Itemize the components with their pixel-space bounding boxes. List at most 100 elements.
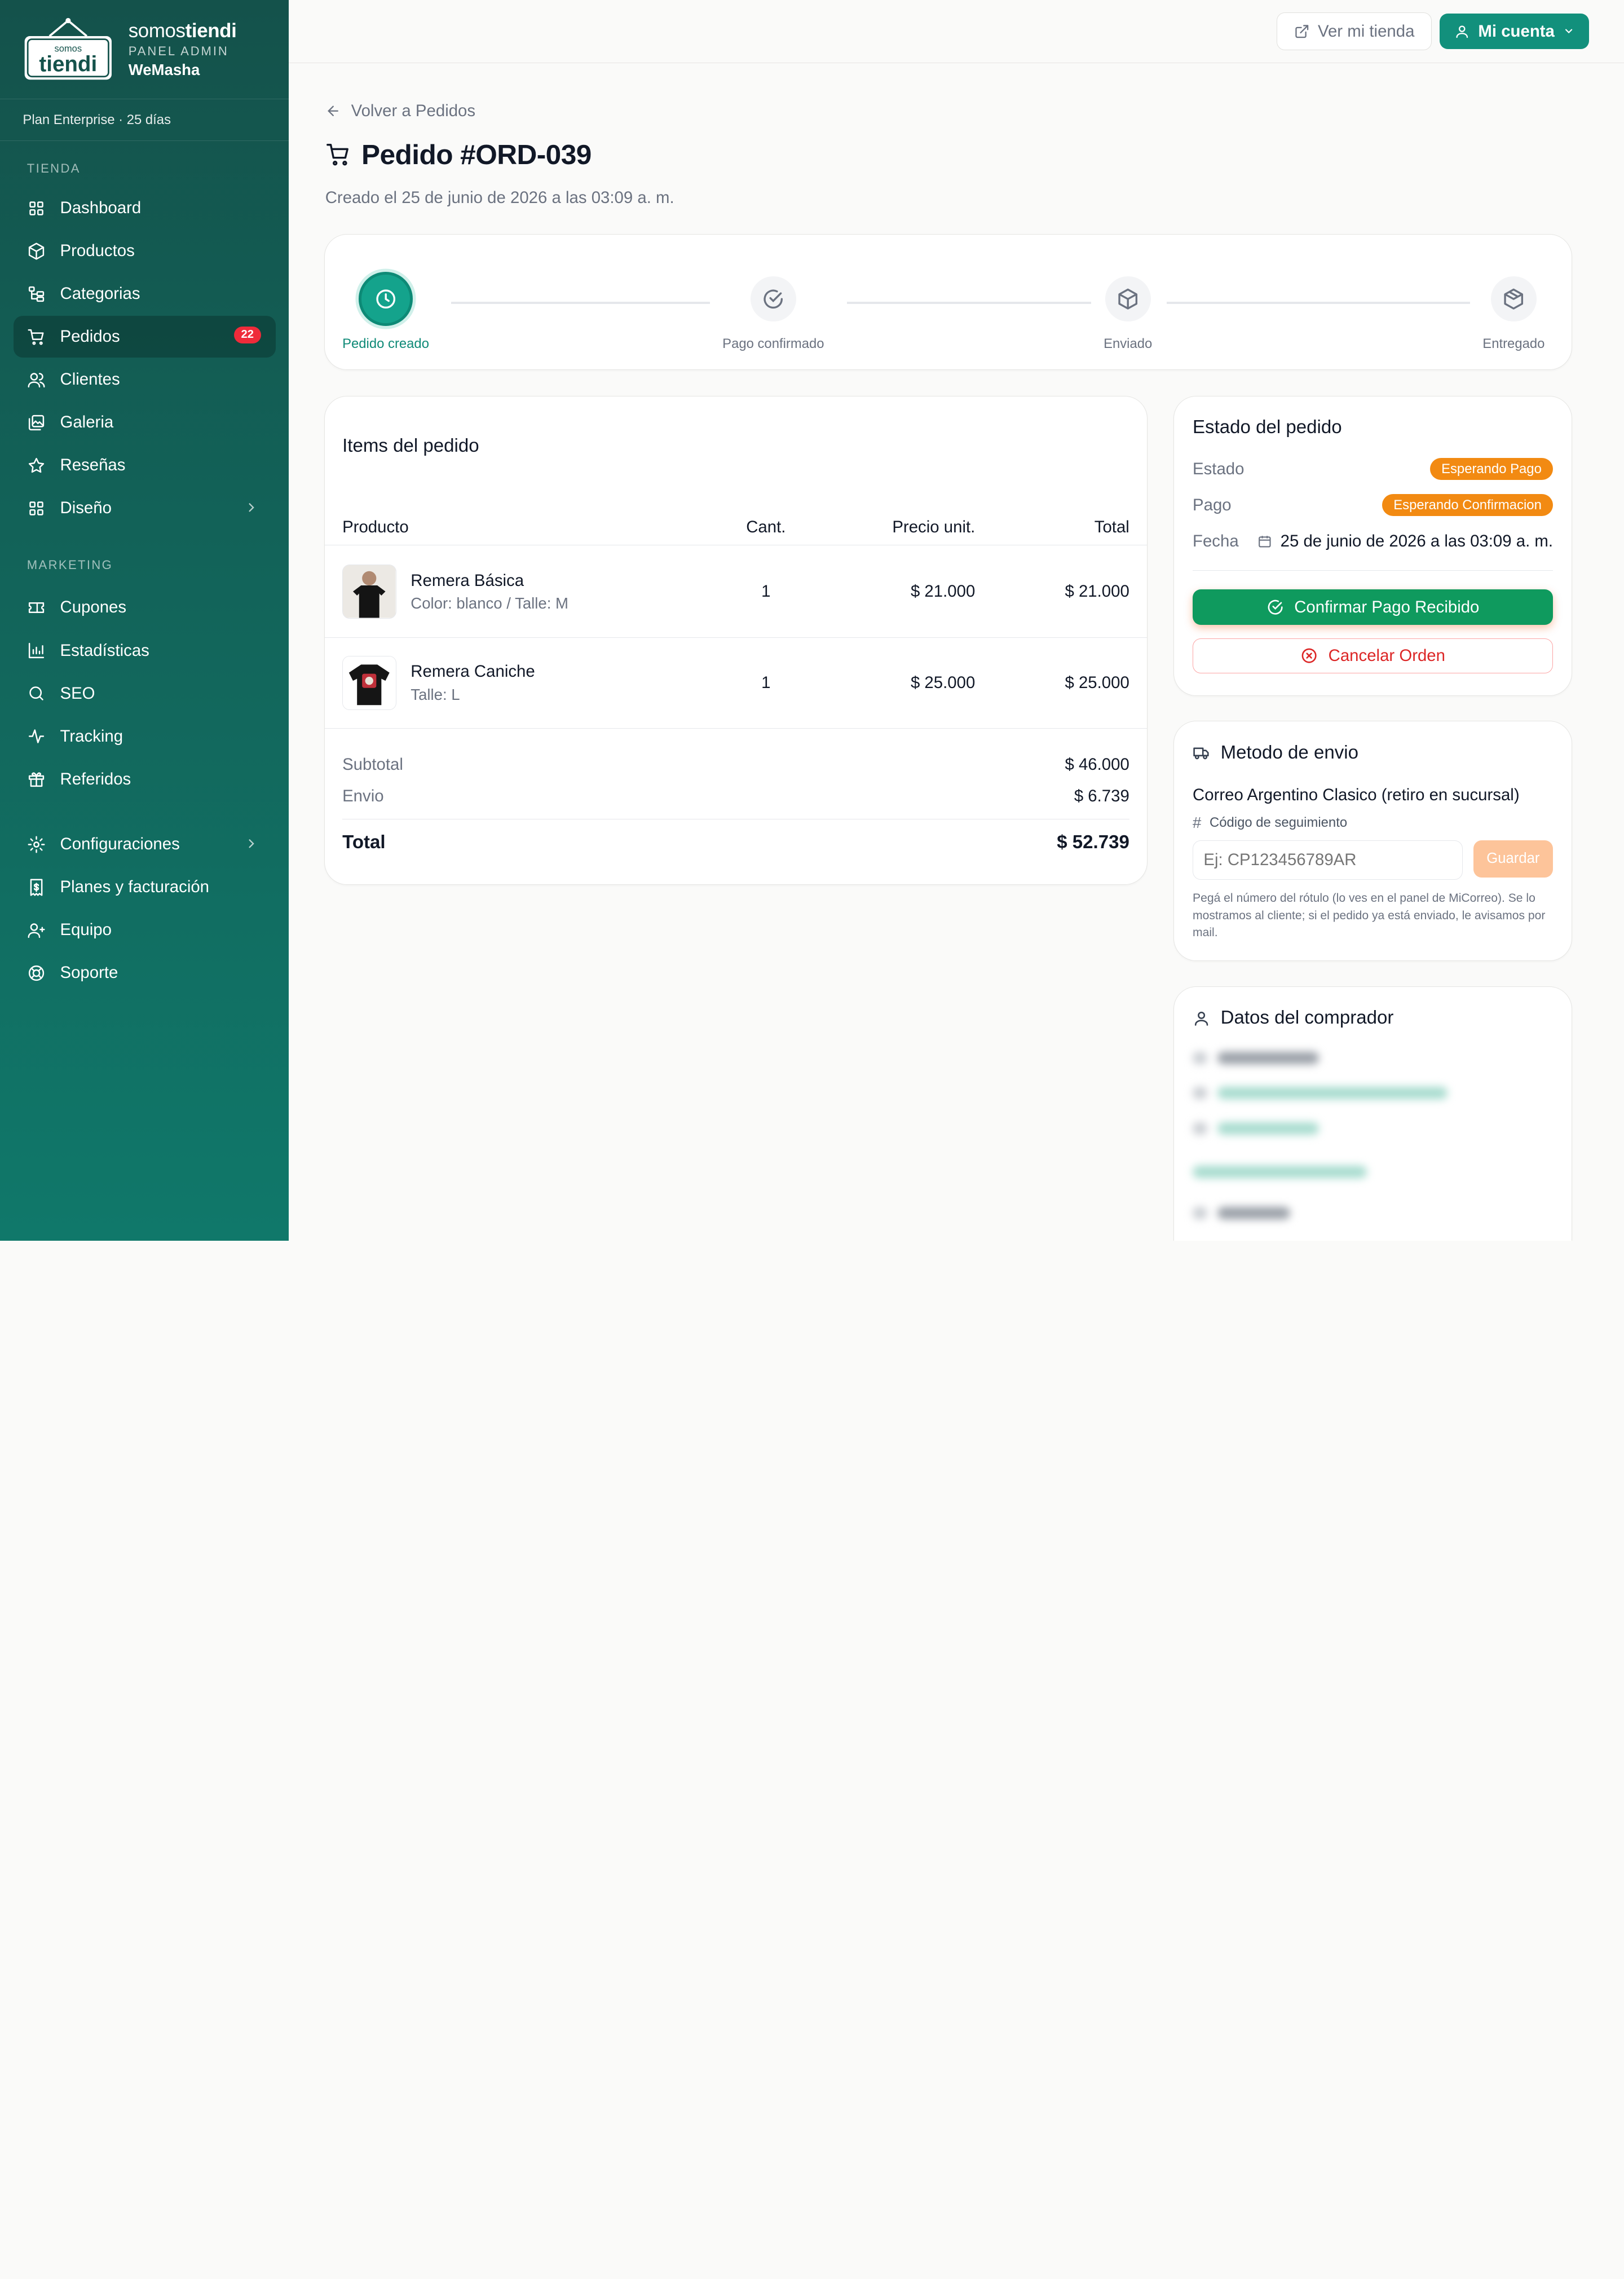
sidebar-item-tracking[interactable]: Tracking	[14, 716, 276, 757]
sidebar-item-label: Categorias	[60, 284, 140, 303]
sidebar-item-reseñas[interactable]: Reseñas	[14, 444, 276, 486]
table-row[interactable]: Remera Caniche Talle: L 1 $ 25.000 $ 25.…	[324, 638, 1148, 729]
nav-bottom: Configuraciones Planes y facturación Equip…	[0, 824, 289, 994]
product-name: Remera Caniche	[411, 662, 535, 681]
sidebar-item-cupones[interactable]: Cupones	[14, 587, 276, 628]
column-header: Total	[1094, 518, 1129, 537]
step-pago-confirmado: Pago confirmado	[722, 276, 824, 352]
clock-icon	[376, 289, 395, 308]
table-row[interactable]: Remera Básica Color: blanco / Talle: M 1…	[324, 546, 1148, 638]
bar-chart-icon	[27, 641, 46, 660]
account-menu-button[interactable]: Mi cuenta	[1440, 14, 1589, 49]
store-name: WeMasha	[128, 60, 200, 78]
sidebar-item-label: Soporte	[60, 963, 118, 982]
payment-status-badge: Esperando Confirmacion	[1382, 494, 1554, 517]
sidebar-item-planes-y-facturación[interactable]: Planes y facturación	[14, 867, 276, 908]
product-variant: Color: blanco / Talle: M	[411, 594, 568, 612]
items-card-title: Items del pedido	[342, 435, 479, 457]
step-pedido-creado: Pedido creado	[342, 272, 429, 352]
payment-label: Pago	[1193, 495, 1232, 514]
sidebar-item-dashboard[interactable]: Dashboard	[14, 187, 276, 228]
view-store-button[interactable]: Ver mi tienda	[1277, 12, 1432, 50]
product-variant: Talle: L	[411, 685, 460, 703]
buyer-phone-redacted	[1193, 1122, 1553, 1135]
sidebar-item-label: SEO	[60, 684, 95, 703]
cancel-order-button[interactable]: Cancelar Orden	[1193, 638, 1554, 674]
tracking-code-input[interactable]	[1193, 840, 1463, 880]
truck-icon	[1193, 747, 1209, 760]
column-header: Producto	[342, 518, 409, 537]
buyer-name-redacted	[1193, 1051, 1553, 1064]
date-value: 25 de junio de 2026 a las 03:09 a. m.	[1280, 532, 1554, 551]
user-icon	[1456, 25, 1468, 38]
tracking-label: Código de seguimiento	[1210, 815, 1348, 831]
external-link-icon	[1295, 25, 1308, 38]
cart-icon	[326, 143, 348, 166]
lifebuoy-icon	[27, 964, 46, 982]
divider	[1193, 570, 1554, 571]
step-entregado: Entregado	[1482, 276, 1544, 352]
logo[interactable]: somos tiendi	[23, 17, 114, 82]
buyer-link-redacted	[1193, 1165, 1553, 1178]
sidebar-item-label: Tracking	[60, 726, 123, 746]
back-label: Volver a Pedidos	[351, 101, 476, 120]
account-label: Mi cuenta	[1478, 21, 1555, 41]
shipping-method: Correo Argentino Clasico (retiro en sucu…	[1193, 785, 1520, 804]
package-icon	[1118, 288, 1138, 310]
back-to-orders-link[interactable]: Volver a Pedidos	[325, 100, 1589, 121]
package-check-icon	[1504, 288, 1524, 310]
subtotal-label: Subtotal	[342, 755, 403, 774]
item-unit-price: $ 25.000	[910, 673, 976, 692]
nav-tienda: Dashboard Productos Categorias Pedidos 22 Cli…	[0, 187, 289, 529]
item-unit-price: $ 21.000	[910, 582, 976, 601]
total-label: Total	[342, 831, 386, 853]
sidebar-item-configuraciones[interactable]: Configuraciones	[14, 824, 276, 865]
status-label: Estado	[1193, 459, 1245, 478]
sidebar-item-productos[interactable]: Productos	[14, 230, 276, 271]
step-label: Pedido creado	[342, 336, 429, 352]
item-total: $ 21.000	[1065, 582, 1129, 601]
table-header: Producto Cant. Precio unit. Total	[324, 510, 1148, 546]
sidebar-item-equipo[interactable]: Equipo	[14, 910, 276, 951]
sidebar-item-clientes[interactable]: Clientes	[14, 359, 276, 400]
product-thumbnail	[342, 565, 396, 619]
sidebar-item-label: Dashboard	[60, 199, 142, 218]
sidebar-item-seo[interactable]: SEO	[14, 673, 276, 714]
sidebar-item-galeria[interactable]: Galeria	[14, 402, 276, 443]
page-title: Pedido #ORD-039	[361, 138, 592, 170]
grid-icon	[27, 499, 46, 518]
cart-icon	[27, 328, 46, 346]
shipping-card: Metodo de envio Correo Argentino Clasico…	[1173, 721, 1573, 962]
sidebar-item-categorias[interactable]: Categorias	[14, 273, 276, 314]
users-icon	[27, 371, 46, 389]
view-store-label: Ver mi tienda	[1317, 21, 1415, 41]
sidebar-item-pedidos[interactable]: Pedidos 22	[13, 316, 276, 358]
orders-count-badge: 22	[233, 326, 261, 344]
shipping-label: Envio	[342, 787, 384, 806]
star-icon	[27, 456, 46, 475]
save-tracking-button[interactable]: Guardar	[1473, 840, 1554, 878]
sidebar-item-label: Equipo	[60, 920, 112, 940]
buyer-extra-redacted	[1193, 1207, 1553, 1220]
activity-icon	[27, 727, 46, 746]
gallery-icon	[27, 413, 46, 432]
main-content: Ver mi tienda Mi cuenta Volver a Pedidos…	[289, 0, 1624, 1241]
sidebar-item-diseño[interactable]: Diseño	[14, 487, 276, 528]
sidebar-item-label: Estadísticas	[60, 641, 149, 660]
x-circle-icon	[1301, 648, 1317, 663]
sidebar-item-label: Planes y facturación	[60, 878, 210, 897]
sidebar-item-estadísticas[interactable]: Estadísticas	[14, 630, 276, 671]
total-value: $ 52.739	[1057, 831, 1129, 853]
product-thumbnail	[342, 656, 396, 710]
grid-icon	[27, 199, 46, 218]
gift-icon	[27, 770, 46, 788]
sidebar-item-referidos[interactable]: Referidos	[14, 759, 276, 800]
brand-header: somos tiendi somostiendi PANEL ADMIN WeM…	[0, 0, 289, 100]
sidebar-item-soporte[interactable]: Soporte	[14, 953, 276, 994]
column-header: Precio unit.	[892, 518, 976, 537]
status-card-title: Estado del pedido	[1193, 417, 1342, 438]
step-connector	[846, 302, 1092, 305]
confirm-payment-button[interactable]: Confirmar Pago Recibido	[1193, 589, 1554, 625]
order-progress: Pedido creado Pago confirmado Enviado En…	[324, 234, 1573, 370]
order-items-card: Items del pedido Producto Cant. Precio u…	[324, 395, 1148, 885]
